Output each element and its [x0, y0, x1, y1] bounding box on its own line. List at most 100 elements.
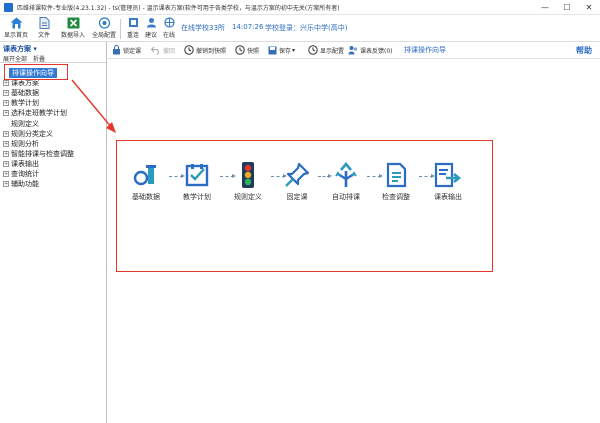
tree-item-rule-analysis[interactable]: + 规则分析 [3, 139, 105, 149]
tree-item-smart-schedule[interactable]: + 智能排课与检查调整 [3, 149, 105, 159]
step-auto-schedule[interactable]: 自动排课 [324, 161, 368, 202]
tree-item-label: 规则定义 [11, 119, 39, 128]
tree-item-elective-plan[interactable]: + 选科走班教学计划 [3, 108, 105, 118]
close-button[interactable]: ✕ [578, 0, 600, 14]
step-rule-definition[interactable]: 规则定义 [226, 161, 270, 202]
suggest-icon [144, 16, 158, 29]
timetable-output-icon [434, 161, 462, 189]
restore-snapshot-icon [184, 45, 194, 55]
data-import-button[interactable]: 数据导入 [60, 16, 86, 40]
lock-button[interactable]: 锁定课 [111, 44, 141, 56]
snapshot-label: 快照 [247, 47, 260, 55]
tree-item-label: 规则分类定义 [11, 129, 53, 138]
step-teaching-plan[interactable]: 教学计划 [175, 161, 219, 202]
step-label: 检查调整 [382, 193, 410, 201]
online-button[interactable]: 在线 [160, 16, 178, 40]
feedback-button[interactable]: 课表反馈(0) [348, 44, 393, 56]
file-button[interactable]: 文件 [33, 16, 55, 40]
tree-item-auxiliary[interactable]: + 辅助功能 [3, 179, 105, 189]
scheduling-wizard-panel: 基础数据 教学计划 规则定义 固定课 自动排课 检查调整 课表输出 [116, 140, 493, 272]
pin-icon [283, 161, 311, 189]
tree-item-basic-data[interactable]: + 基础数据 [3, 88, 105, 98]
teaching-plan-icon [183, 161, 211, 189]
maximize-button[interactable]: ☐ [556, 0, 578, 14]
nav-tree: 排课操作向导 + 课表方案 + 基础数据 + 教学计划 + 选科走班教学计划 规则定义 … [3, 68, 105, 189]
lock-label: 锁定课 [123, 47, 142, 55]
global-config-button[interactable]: 全局配置 [91, 16, 117, 40]
step-label: 课表输出 [434, 193, 462, 201]
restore-snapshot-label: 撤销到快照 [196, 47, 227, 55]
expand-icon[interactable]: + [3, 150, 9, 157]
main-toolbar: 显示首页 文件 数据导入 全局配置 重连 建议 在线 在线学校33所 14:07… [0, 15, 600, 42]
expand-icon[interactable]: + [3, 160, 9, 167]
left-nav-pane: 课表方案 ▾ 展开全部 折叠 排课操作向导 + 课表方案 + 基础数据 + 教学计划 +… [0, 42, 107, 423]
scheme-dropdown[interactable]: 课表方案 ▾ [3, 44, 37, 54]
expand-icon[interactable]: + [3, 170, 9, 177]
expand-icon[interactable]: + [3, 90, 9, 97]
reconnect-label: 重连 [126, 32, 139, 39]
home-icon [9, 16, 23, 29]
tree-item-label: 辅助功能 [11, 180, 39, 189]
data-import-label: 数据导入 [60, 32, 85, 39]
clock-time: 14:07:26 [232, 23, 264, 31]
step-check-adjust[interactable]: 检查调整 [374, 161, 418, 202]
tree-item-label: 基础数据 [11, 89, 39, 98]
step-basic-data[interactable]: 基础数据 [124, 161, 168, 202]
file-button-label: 文件 [37, 32, 50, 39]
tree-item-label: 课表输出 [11, 159, 39, 168]
minimize-button[interactable]: — [534, 0, 556, 14]
display-config-button[interactable]: 显示配置 [308, 44, 344, 56]
rule-definition-icon [234, 161, 262, 189]
excel-import-icon [66, 16, 80, 29]
check-adjust-icon [382, 161, 410, 189]
wizard-link[interactable]: 排课操作向导 [404, 44, 446, 56]
login-school: 学校登录：兴乐中学(高中) [265, 24, 348, 32]
save-icon [267, 45, 277, 55]
step-label: 规则定义 [234, 193, 262, 201]
feedback-label: 课表反馈(0) [360, 47, 393, 55]
expand-icon[interactable]: + [3, 80, 9, 87]
expand-icon[interactable]: + [3, 110, 9, 117]
help-link[interactable]: 帮助 [576, 45, 592, 56]
display-config-icon [308, 45, 318, 55]
content-toolbar: 锁定课 撤回 撤销到快照 快照 保存 ▾ 显示配置 课表反馈(0) 排课操作向导… [107, 42, 600, 59]
expand-icon[interactable]: + [3, 130, 9, 137]
undo-button[interactable]: 撤回 [151, 44, 175, 56]
highlight-box-wizard [4, 64, 68, 80]
display-config-label: 显示配置 [320, 47, 345, 55]
home-button[interactable]: 显示首页 [3, 16, 29, 40]
step-label: 自动排课 [332, 193, 360, 201]
tree-item-query[interactable]: + 查询统计 [3, 169, 105, 179]
save-label: 保存 [279, 47, 292, 55]
title-bar: 匹维排课软件-专业版(4.23.1.32) - ts(管理员) - 温示课表方案… [0, 0, 600, 15]
step-fixed-course[interactable]: 固定课 [275, 161, 319, 202]
step-timetable-output[interactable]: 课表输出 [426, 161, 470, 202]
tree-item-output[interactable]: + 课表输出 [3, 159, 105, 169]
undo-label: 撤回 [163, 47, 176, 55]
save-dropdown-icon[interactable]: ▾ [292, 47, 295, 54]
tree-item-rule-category[interactable]: + 规则分类定义 [3, 129, 105, 139]
tree-item-label: 选科走班教学计划 [11, 109, 67, 118]
expand-icon[interactable]: + [3, 181, 9, 188]
lock-icon [111, 45, 121, 55]
expand-icon[interactable]: + [3, 100, 9, 107]
reconnect-button[interactable]: 重连 [124, 16, 142, 40]
global-config-icon [97, 16, 111, 29]
suggest-button[interactable]: 建议 [142, 16, 160, 40]
tree-item-label: 查询统计 [11, 169, 39, 178]
save-button[interactable]: 保存 ▾ [267, 44, 295, 56]
tree-item-label: 智能排课与检查调整 [11, 149, 74, 158]
tree-item-rule-definition[interactable]: 规则定义 [3, 118, 105, 128]
app-logo-icon [4, 2, 13, 12]
restore-snapshot-button[interactable]: 撤销到快照 [184, 44, 226, 56]
snapshot-button[interactable]: 快照 [235, 44, 259, 56]
auto-schedule-icon [332, 161, 360, 189]
expand-icon[interactable]: + [3, 140, 9, 147]
file-icon [37, 16, 51, 29]
tree-item-teaching-plan[interactable]: + 教学计划 [3, 98, 105, 108]
tree-item-label: 教学计划 [11, 99, 39, 108]
step-label: 基础数据 [132, 193, 160, 201]
suggest-label: 建议 [144, 32, 157, 39]
global-config-label: 全局配置 [91, 32, 116, 39]
scheme-dropdown-label: 课表方案 [3, 45, 31, 53]
